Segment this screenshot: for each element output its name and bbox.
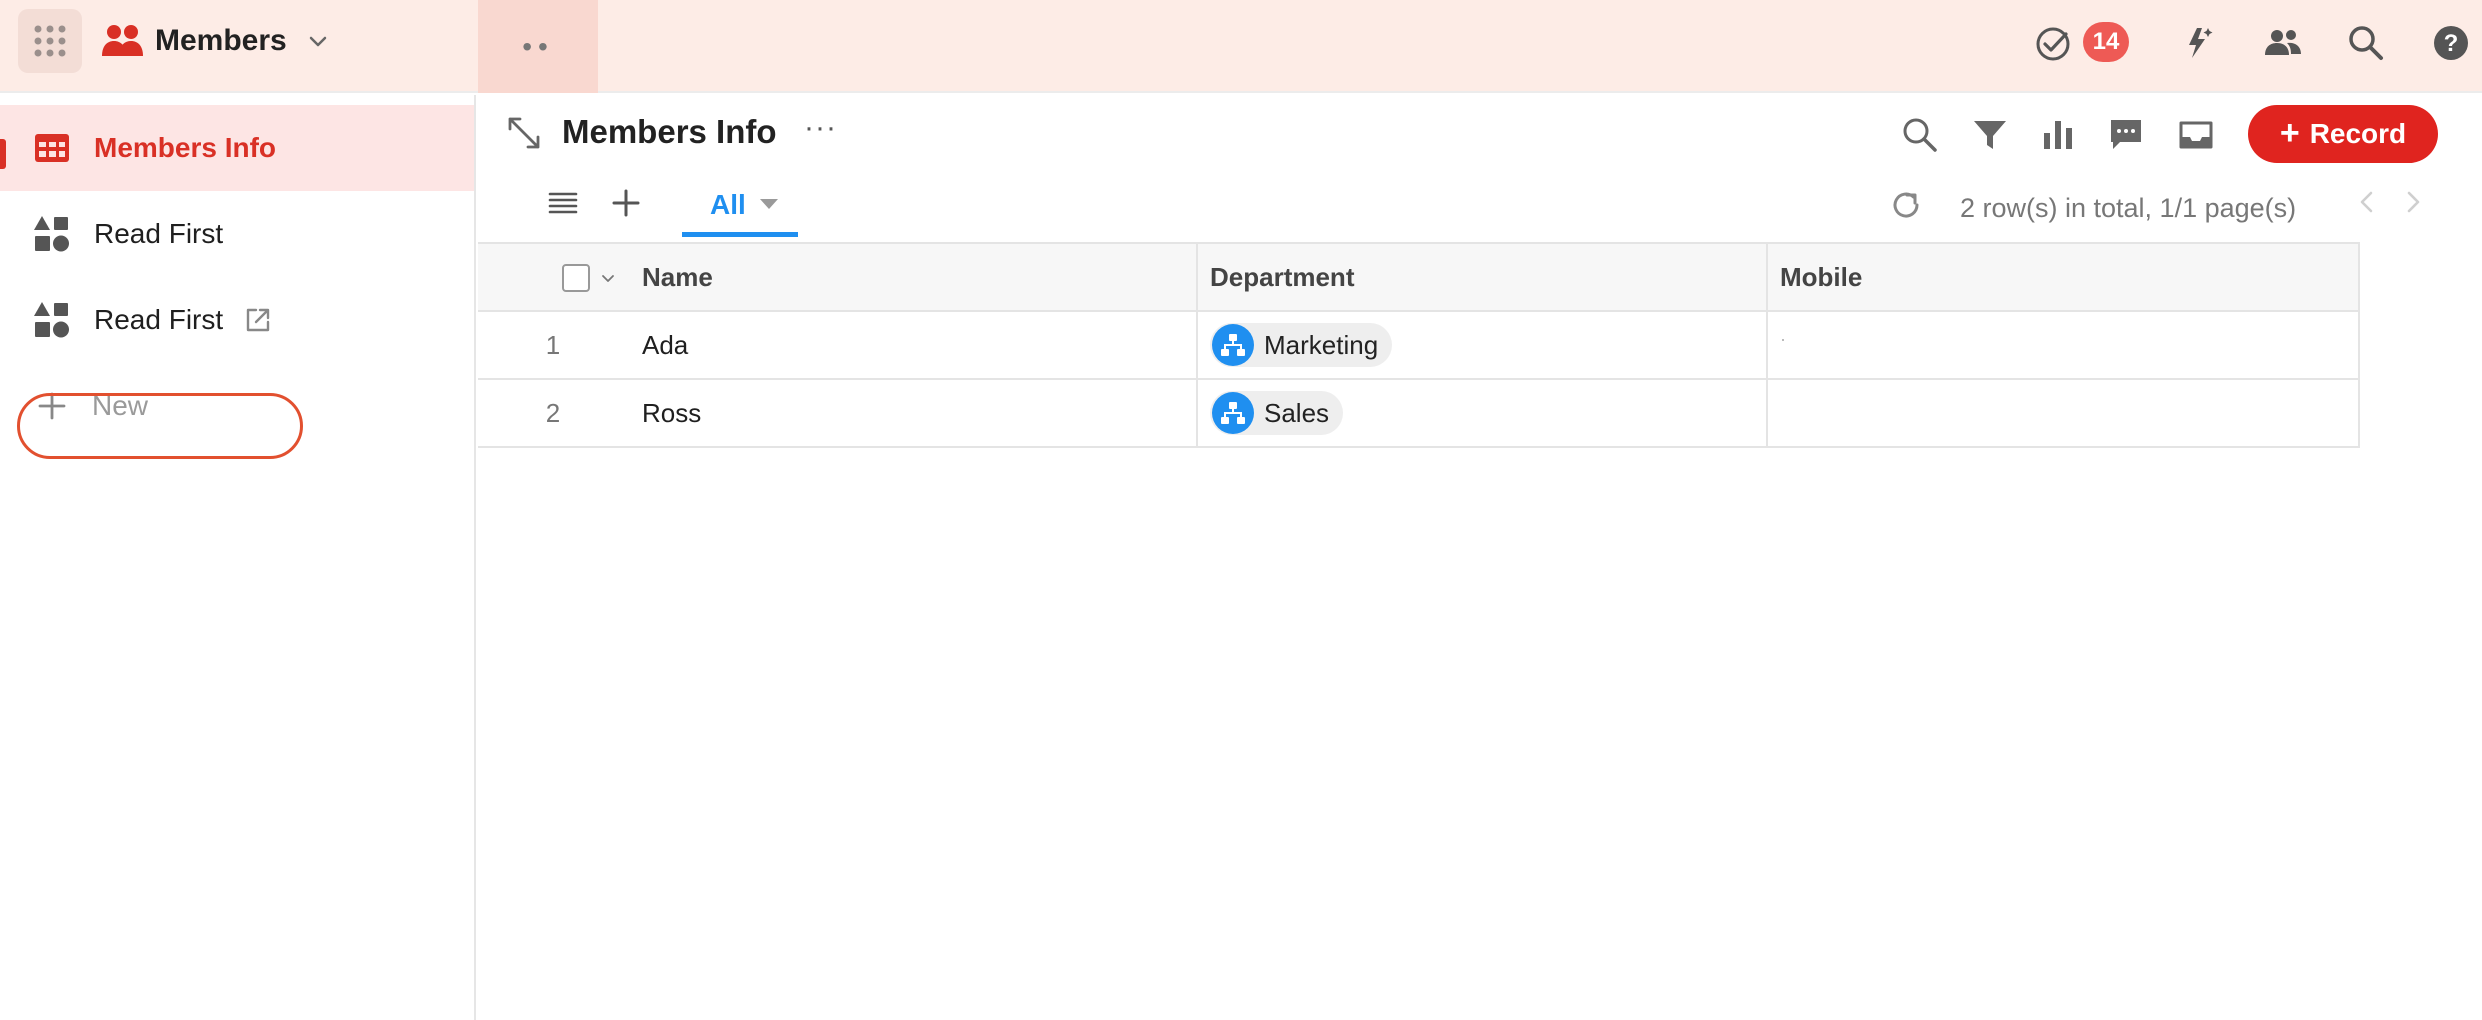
org-chart-icon (1212, 324, 1254, 366)
pagination-info: 2 row(s) in total, 1/1 page(s) (1960, 193, 2297, 223)
row-index: 2 (545, 397, 561, 428)
chevron-down-icon[interactable] (305, 28, 331, 54)
department-tag: Marketing (1210, 323, 1393, 367)
shapes-icon (34, 302, 69, 338)
department-cell[interactable]: Sales (1198, 380, 1768, 446)
expand-icon[interactable] (506, 115, 542, 151)
sidebar-item-read-first-link[interactable]: Read First (0, 277, 474, 363)
sidebar-new-button[interactable]: New (0, 363, 474, 449)
chevron-left-icon[interactable] (2352, 187, 2382, 217)
row-index: 1 (545, 329, 561, 360)
more-options-icon[interactable]: ··· (804, 111, 837, 145)
org-chart-icon (1212, 392, 1254, 434)
department-name: Marketing (1264, 329, 1379, 360)
svg-text:?: ? (2444, 30, 2459, 57)
chevron-right-icon[interactable] (2398, 187, 2428, 217)
caret-down-icon[interactable] (760, 199, 778, 209)
add-view-icon[interactable] (608, 185, 644, 221)
name-cell[interactable]: Ross (628, 380, 1198, 446)
grid-dots-icon (34, 25, 66, 57)
table-row[interactable]: 1 Ada Marketing (478, 312, 2360, 380)
add-record-button[interactable]: + Record (2248, 105, 2438, 163)
shapes-icon (34, 216, 69, 252)
drag-dots-icon: •• (522, 30, 554, 62)
app-title[interactable]: Members (155, 24, 287, 58)
search-icon[interactable] (1900, 115, 1940, 155)
record-button-label: Record (2309, 118, 2407, 149)
todo-check-icon[interactable] (2033, 24, 2073, 64)
chart-icon[interactable] (2038, 115, 2078, 155)
view-title: Members Info (562, 113, 777, 150)
column-header-mobile[interactable]: Mobile (1768, 244, 2360, 310)
search-icon[interactable] (2345, 22, 2387, 64)
help-icon[interactable]: ? (2430, 22, 2472, 64)
plus-icon (38, 392, 66, 420)
select-all-checkbox[interactable] (562, 264, 590, 292)
table-header-row: Name Department Mobile (478, 244, 2360, 312)
todo-count-badge[interactable]: 14 (2083, 22, 2129, 62)
members-app-icon (102, 25, 143, 56)
magic-wand-icon[interactable] (2176, 22, 2218, 64)
sidebar-item-label: Read First (94, 304, 224, 335)
chevron-down-icon[interactable] (600, 270, 616, 286)
main-content: Members Info ··· + Record All 2 row(s) i… (478, 95, 2482, 1020)
department-tag: Sales (1210, 391, 1344, 435)
contacts-icon[interactable] (2262, 22, 2304, 64)
inbox-icon[interactable] (2176, 115, 2216, 155)
name-cell[interactable]: Ada (628, 312, 1198, 378)
mobile-cell[interactable] (1768, 380, 2360, 446)
tab-label: All (710, 189, 746, 220)
mobile-value (1782, 339, 1784, 341)
tab-all[interactable]: All (682, 175, 798, 237)
column-header-name[interactable]: Name (628, 244, 1198, 310)
top-bar: Members •• 14 ? (0, 0, 2482, 93)
app-launcher-button[interactable] (18, 9, 82, 73)
table-row[interactable]: 2 Ross Sales (478, 380, 2360, 448)
refresh-icon[interactable] (1888, 187, 1924, 223)
department-name: Sales (1264, 397, 1330, 428)
sidebar-item-label: New (92, 390, 149, 421)
sidebar: Members Info Read First Read First New (0, 95, 476, 1020)
sidebar-item-members-info[interactable]: Members Info (0, 105, 474, 191)
column-header-department[interactable]: Department (1198, 244, 1768, 310)
comment-icon[interactable] (2106, 115, 2146, 155)
sidebar-item-label: Members Info (94, 132, 277, 163)
list-icon[interactable] (546, 187, 580, 221)
external-link-icon[interactable] (243, 305, 273, 335)
plus-icon: + (2279, 113, 2300, 152)
sidebar-item-label: Read First (94, 218, 224, 249)
select-all-cell (478, 244, 628, 310)
filter-icon[interactable] (1970, 115, 2010, 155)
mobile-cell[interactable] (1768, 312, 2360, 378)
table-icon (35, 134, 69, 162)
data-table: Name Department Mobile 1 Ada Marketing 2… (478, 242, 2360, 448)
sidebar-item-read-first[interactable]: Read First (0, 191, 474, 277)
department-cell[interactable]: Marketing (1198, 312, 1768, 378)
sidebar-drag-handle[interactable]: •• (478, 0, 598, 93)
